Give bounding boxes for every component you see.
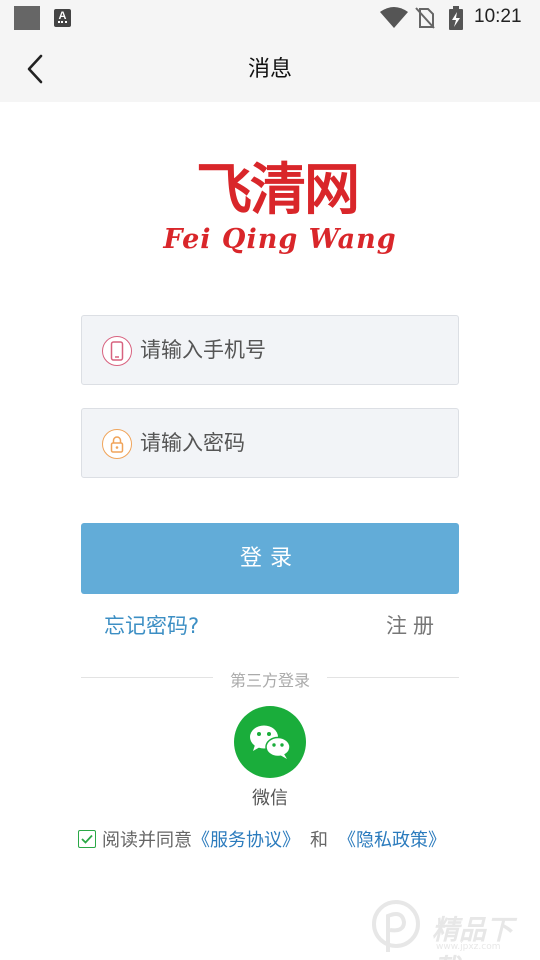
app-logo: 飞清网 Fei Qing Wang <box>160 158 400 264</box>
logo-english-text: Fei Qing Wang <box>163 224 397 255</box>
agreement-checkbox[interactable] <box>78 830 96 848</box>
status-bar: A 10:21 <box>0 0 540 36</box>
chevron-left-icon <box>27 54 43 84</box>
status-time: 10:21 <box>474 6 522 27</box>
third-party-login-label: 第三方登录 <box>229 671 310 690</box>
title-bar: 消息 <box>0 36 540 102</box>
service-agreement-link[interactable]: 《服务协议》 <box>192 826 300 852</box>
agreement-prefix: 阅读并同意 <box>102 830 192 851</box>
back-button[interactable] <box>16 50 54 88</box>
privacy-policy-link[interactable]: 《隐私政策》 <box>338 826 446 852</box>
forgot-password-link[interactable]: 忘记密码? <box>104 610 199 640</box>
app-notification-icon: A <box>54 9 71 27</box>
wechat-label: 微信 <box>252 788 288 809</box>
page-title: 消息 <box>247 56 292 81</box>
wifi-icon <box>380 7 408 28</box>
checkmark-icon <box>81 834 93 844</box>
logo-chinese-text: 飞清网 <box>196 158 360 223</box>
password-field[interactable] <box>81 408 459 478</box>
wechat-login-button[interactable] <box>234 706 306 778</box>
lock-icon <box>102 429 132 459</box>
phone-input[interactable] <box>140 316 440 384</box>
phone-icon <box>102 336 132 366</box>
agreement-row: 阅读并同意 《服务协议》 和 《隐私政策》 <box>78 826 446 852</box>
battery-charging-icon <box>449 6 463 30</box>
register-link[interactable]: 注册 <box>386 610 440 640</box>
divider-right <box>327 677 459 678</box>
wechat-icon <box>250 725 291 759</box>
watermark-logo-icon <box>372 900 420 952</box>
divider-left <box>81 677 213 678</box>
notification-square-icon <box>14 6 40 30</box>
watermark: 精品下载 www.jpxz.com <box>368 898 538 960</box>
login-button[interactable]: 登录 <box>81 523 459 594</box>
password-input[interactable] <box>140 409 440 477</box>
watermark-url: www.jpxz.com <box>436 942 501 952</box>
no-sim-icon <box>415 7 435 29</box>
watermark-text: 精品下载 <box>432 915 513 960</box>
phone-field[interactable] <box>81 315 459 385</box>
agreement-and: 和 <box>310 830 328 851</box>
